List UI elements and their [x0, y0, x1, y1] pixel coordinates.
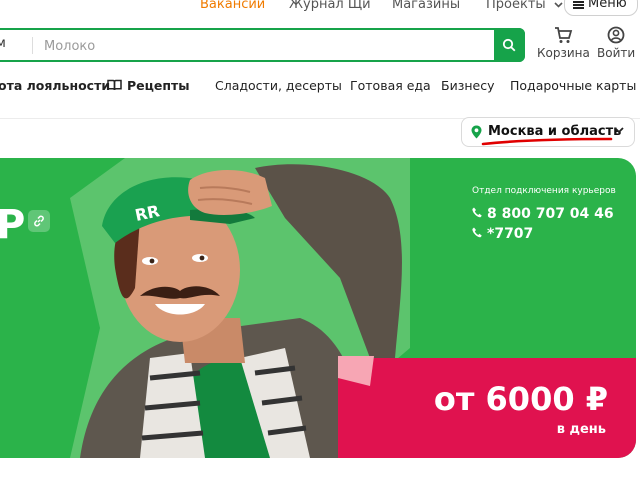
search-divider [32, 37, 33, 54]
chevron-down-icon [614, 127, 624, 134]
link-icon [34, 215, 44, 227]
menu-button[interactable]: Меню [564, 0, 638, 16]
pay-offer-badge: от 6000 ₽ в день [338, 356, 636, 458]
phone-short-number: *7707 [487, 226, 534, 242]
nav-projects-link[interactable]: Проекты [486, 0, 563, 12]
nav-projects-label: Проекты [486, 0, 546, 12]
offer-amount: от 6000 ₽ [433, 380, 608, 418]
hamburger-icon [573, 1, 584, 9]
promo-banner[interactable]: RR Р Отдел подключения курьеров 8 800 70… [0, 158, 636, 458]
chevron-down-icon [554, 1, 563, 8]
phone-icon [472, 207, 482, 218]
user-icon [607, 26, 625, 44]
top-nav: Вакансии Журнал Щи Магазины Проекты Меню [0, 0, 640, 16]
login-label: Войти [597, 46, 636, 60]
phone-main-number: 8 800 707 04 46 [487, 206, 614, 222]
phone-short[interactable]: *7707 [472, 226, 533, 242]
category-gift-cards[interactable]: Подарочные карты [510, 78, 636, 93]
banner-currency-fragment: Р [0, 202, 26, 248]
nav-stores-link[interactable]: Магазины [392, 0, 460, 12]
search-bar: м [0, 28, 525, 62]
category-recipes-label: Рецепты [127, 78, 190, 93]
search-input[interactable] [42, 32, 486, 60]
search-category-selector[interactable]: м [0, 36, 6, 51]
category-nav: ота лояльности Рецепты Сладости, десерты… [0, 78, 640, 98]
category-recipes[interactable]: Рецепты [107, 78, 190, 93]
search-icon [502, 38, 516, 52]
category-loyalty[interactable]: ота лояльности [0, 78, 110, 93]
phone-main[interactable]: 8 800 707 04 46 [472, 206, 614, 222]
cart-label: Корзина [537, 46, 590, 60]
nav-vacancies-link[interactable]: Вакансии [200, 0, 265, 12]
book-icon [107, 79, 122, 91]
phone-icon [472, 227, 482, 238]
copy-link-button[interactable] [28, 210, 50, 232]
offer-period: в день [556, 422, 606, 437]
category-sweets[interactable]: Сладости, десерты [215, 78, 342, 93]
nav-journal-link[interactable]: Журнал Щи [289, 0, 371, 12]
offer-corner-fold [338, 356, 374, 386]
search-button[interactable] [494, 28, 525, 62]
menu-label: Меню [588, 0, 627, 11]
category-business[interactable]: Бизнесу [441, 78, 494, 93]
cart-icon [555, 27, 573, 43]
cart-button[interactable]: Корзина [537, 26, 590, 60]
login-button[interactable]: Войти [597, 26, 635, 60]
red-underline-annotation [481, 137, 613, 146]
category-ready-food[interactable]: Готовая еда [350, 78, 431, 93]
courier-dept-label: Отдел подключения курьеров [472, 186, 616, 196]
